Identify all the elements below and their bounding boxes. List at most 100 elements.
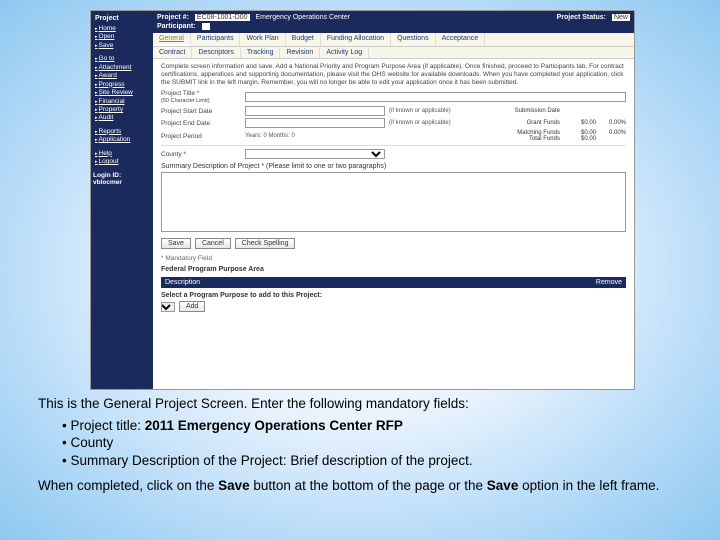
nav-save[interactable]: Save [93, 42, 151, 50]
intro-text: Complete screen information and save. Ad… [161, 63, 626, 86]
nav-audit[interactable]: Audit [93, 114, 151, 122]
tab-general[interactable]: General [153, 33, 191, 46]
row-start: Project Start Date (if known or applicab… [161, 106, 626, 116]
col-description: Description [165, 279, 596, 286]
total-amount: $0.00 [566, 136, 596, 142]
sub-date-label: Submission Date [500, 108, 560, 114]
slide: Project Home Open Save Go to Attachment … [0, 0, 720, 540]
row-county: County * [161, 149, 626, 159]
login-label: Login ID: [93, 172, 151, 179]
nav-application[interactable]: Application [93, 136, 151, 144]
end-hint: (if known or applicable) [389, 120, 451, 126]
tab-activity-log[interactable]: Activity Log [320, 47, 369, 58]
grant-label: Grant Funds [500, 120, 560, 126]
tab-budget[interactable]: Budget [286, 33, 321, 46]
closing-3: option in the left frame. [518, 478, 659, 493]
tabs-primary: General Participants Work Plan Budget Fu… [153, 33, 634, 47]
tab-questions[interactable]: Questions [391, 33, 436, 46]
grant-pct: 0.00% [602, 120, 626, 126]
nav-open[interactable]: Open [93, 33, 151, 41]
caption-text: This is the General Project Screen. Ente… [38, 395, 688, 495]
row-title: Project Title * (50 Character Limit) [161, 90, 626, 104]
sidebar-group-4: Help Logout [93, 150, 151, 167]
add-button[interactable]: Add [179, 301, 205, 312]
caption-intro: This is the General Project Screen. Ente… [38, 396, 469, 411]
main-panel: Project #: EC08-1001-D00 Emergency Opera… [153, 11, 634, 389]
bullet-title: Project title: 2011 Emergency Operations… [62, 417, 688, 435]
topbar: Project #: EC08-1001-D00 Emergency Opera… [153, 11, 634, 33]
closing-2: button at the bottom of the page or the [250, 478, 487, 493]
check-spelling-button[interactable]: Check Spelling [235, 238, 296, 249]
right-submission: Submission Date [500, 108, 626, 114]
purpose-select[interactable] [161, 302, 175, 312]
bullet-county: County [62, 434, 688, 452]
cancel-button[interactable]: Cancel [195, 238, 231, 249]
nav-site-review[interactable]: Site Review [93, 89, 151, 97]
login-value: vblocmer [93, 179, 151, 186]
status-label: Project Status: [557, 14, 606, 21]
sidebar: Project Home Open Save Go to Attachment … [91, 11, 153, 389]
tab-revision[interactable]: Revision [280, 47, 320, 58]
row-period: Project Period Years: 0 Months: 0 Matchi… [161, 130, 626, 142]
tab-descriptors[interactable]: Descriptors [192, 47, 240, 58]
sidebar-group-2: Go to Attachment Award Progress Site Rev… [93, 55, 151, 123]
tab-workplan[interactable]: Work Plan [240, 33, 285, 46]
tab-contract[interactable]: Contract [153, 47, 192, 58]
row-end: Project End Date (if known or applicable… [161, 118, 626, 128]
caption-list: Project title: 2011 Emergency Operations… [38, 417, 688, 470]
period-label: Project Period [161, 133, 241, 140]
closing-save2: Save [487, 478, 519, 493]
proj-num-value: EC08-1001-D00 [195, 14, 250, 21]
nav-property[interactable]: Property [93, 106, 151, 114]
start-label: Project Start Date [161, 108, 241, 115]
title-input[interactable] [245, 92, 626, 102]
nav-progress[interactable]: Progress [93, 81, 151, 89]
purpose-table-header: Description Remove [161, 277, 626, 288]
bullet-summary: Summary Description of the Project: Brie… [62, 452, 688, 470]
purpose-select-label: Select a Program Purpose to add to this … [161, 292, 626, 299]
sidebar-header: Project [93, 13, 151, 24]
start-hint: (if known or applicable) [389, 108, 451, 114]
tab-acceptance[interactable]: Acceptance [436, 33, 486, 46]
nav-goto[interactable]: Go to [93, 55, 151, 63]
app-screenshot: Project Home Open Save Go to Attachment … [90, 10, 635, 390]
proj-num-label: Project #: [157, 14, 189, 21]
participant-value [202, 23, 210, 30]
federal-header: Federal Program Purpose Area [161, 266, 626, 273]
summary-textarea[interactable] [161, 172, 626, 232]
tab-tracking[interactable]: Tracking [241, 47, 281, 58]
mandatory-note: * Mandatory Field [161, 255, 626, 262]
participant-label: Participant: [157, 23, 196, 30]
sidebar-group-3: Reports Application [93, 128, 151, 145]
nav-help[interactable]: Help [93, 150, 151, 158]
buttons-row: Save Cancel Check Spelling [161, 238, 626, 249]
closing-1: When completed, click on the [38, 478, 218, 493]
nav-reports[interactable]: Reports [93, 128, 151, 136]
proj-name: Emergency Operations Center [256, 14, 351, 21]
sidebar-group-1: Home Open Save [93, 25, 151, 50]
nav-financial[interactable]: Financial [93, 98, 151, 106]
content-area: Complete screen information and save. Ad… [153, 59, 634, 389]
end-label: Project End Date [161, 120, 241, 127]
nav-award[interactable]: Award [93, 72, 151, 80]
tab-participants[interactable]: Participants [191, 33, 241, 46]
end-input[interactable] [245, 118, 385, 128]
nav-home[interactable]: Home [93, 25, 151, 33]
nav-attachment[interactable]: Attachment [93, 64, 151, 72]
closing-save1: Save [218, 478, 250, 493]
summary-label: Summary Description of Project * (Please… [161, 163, 626, 170]
status-value: New [612, 14, 630, 21]
county-select[interactable] [245, 149, 385, 159]
login-info: Login ID: vblocmer [93, 172, 151, 186]
divider [161, 145, 626, 146]
start-input[interactable] [245, 106, 385, 116]
tabs-secondary: Contract Descriptors Tracking Revision A… [153, 47, 634, 59]
save-button[interactable]: Save [161, 238, 191, 249]
col-remove: Remove [596, 279, 622, 286]
grant-amount: $0.00 [566, 120, 596, 126]
county-label: County * [161, 151, 241, 158]
period-val: Years: 0 Months: 0 [245, 133, 295, 139]
tab-funding[interactable]: Funding Allocation [321, 33, 391, 46]
title-hint: (50 Character Limit) [161, 98, 210, 104]
nav-logout[interactable]: Logout [93, 158, 151, 166]
